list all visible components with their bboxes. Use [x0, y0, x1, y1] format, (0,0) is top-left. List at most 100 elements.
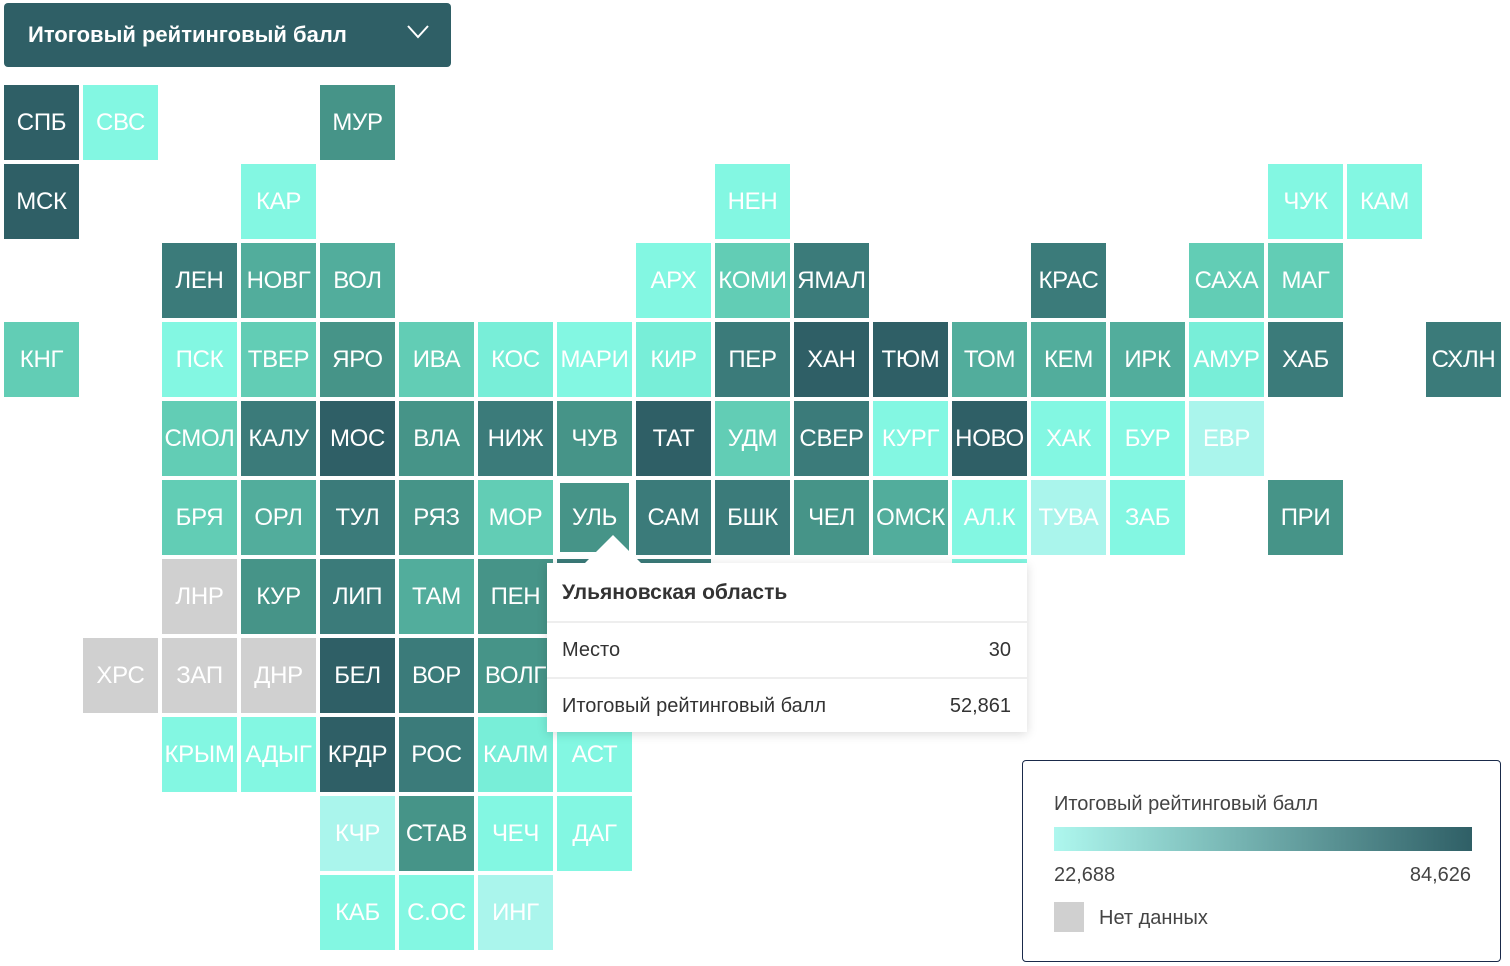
region-tile[interactable]: МСК: [4, 164, 79, 239]
region-tile[interactable]: ХАН: [794, 322, 869, 397]
region-tile[interactable]: МОС: [320, 401, 395, 476]
region-tile[interactable]: ИВА: [399, 322, 474, 397]
region-tile[interactable]: ЧЕЧ: [478, 796, 553, 871]
region-tile[interactable]: МУР: [320, 85, 395, 160]
region-tile[interactable]: КНГ: [4, 322, 79, 397]
region-tile[interactable]: АМУР: [1189, 322, 1264, 397]
region-tile[interactable]: СТАВ: [399, 796, 474, 871]
region-tile[interactable]: ПСК: [162, 322, 237, 397]
region-tile[interactable]: РЯЗ: [399, 480, 474, 555]
region-tile[interactable]: ЗАП: [162, 638, 237, 713]
region-tile[interactable]: ЛИП: [320, 559, 395, 634]
region-tile[interactable]: ТВЕР: [241, 322, 316, 397]
region-tile[interactable]: АДЫГ: [241, 717, 316, 792]
region-tile[interactable]: ХАБ: [1268, 322, 1343, 397]
region-tile[interactable]: ТУЛ: [320, 480, 395, 555]
region-tile[interactable]: ВОЛГ: [478, 638, 553, 713]
region-tile[interactable]: САХА: [1189, 243, 1264, 318]
metric-dropdown[interactable]: Итоговый рейтинговый балл: [4, 3, 451, 67]
region-tile[interactable]: ИРК: [1110, 322, 1185, 397]
region-tile[interactable]: ДАГ: [557, 796, 632, 871]
region-tile[interactable]: КИР: [636, 322, 711, 397]
region-tile[interactable]: ТУВА: [1031, 480, 1106, 555]
region-tile[interactable]: КРАС: [1031, 243, 1106, 318]
region-tile-label: ТОМ: [963, 345, 1016, 373]
region-tile[interactable]: МОР: [478, 480, 553, 555]
region-tile[interactable]: МАГ: [1268, 243, 1343, 318]
tooltip-row-rank: Место 30: [547, 623, 1027, 677]
region-tile[interactable]: КЕМ: [1031, 322, 1106, 397]
region-tile-label: ТЮМ: [881, 345, 940, 373]
region-tile[interactable]: ХРС: [83, 638, 158, 713]
region-tile[interactable]: КУРГ: [873, 401, 948, 476]
region-tile[interactable]: ЧУК: [1268, 164, 1343, 239]
region-tile-label: САМ: [647, 503, 700, 531]
region-tile[interactable]: ХАК: [1031, 401, 1106, 476]
region-tile[interactable]: ВОР: [399, 638, 474, 713]
region-tile[interactable]: С.ОС: [399, 875, 474, 950]
region-tile-label: ИВА: [412, 345, 461, 373]
region-tile[interactable]: ПРИ: [1268, 480, 1343, 555]
region-tile[interactable]: ДНР: [241, 638, 316, 713]
region-tile[interactable]: КАБ: [320, 875, 395, 950]
region-tile[interactable]: ПЕР: [715, 322, 790, 397]
region-tile[interactable]: БРЯ: [162, 480, 237, 555]
region-tile[interactable]: ТАМ: [399, 559, 474, 634]
region-tile[interactable]: ОМСК: [873, 480, 948, 555]
region-tile-label: АДЫГ: [245, 740, 312, 768]
region-tile[interactable]: БШК: [715, 480, 790, 555]
region-tile[interactable]: КУР: [241, 559, 316, 634]
region-tile-label: ЛИП: [332, 582, 383, 610]
region-tile-label: МУР: [332, 108, 383, 136]
region-tile[interactable]: ТОМ: [952, 322, 1027, 397]
region-tile[interactable]: ТЮМ: [873, 322, 948, 397]
region-tile[interactable]: КРЫМ: [162, 717, 237, 792]
region-tile[interactable]: ЗАБ: [1110, 480, 1185, 555]
region-tile[interactable]: УДМ: [715, 401, 790, 476]
region-tile[interactable]: ВЛА: [399, 401, 474, 476]
region-tile[interactable]: СВС: [83, 85, 158, 160]
region-tile[interactable]: РОС: [399, 717, 474, 792]
region-tile[interactable]: ОРЛ: [241, 480, 316, 555]
region-tile[interactable]: СВЕР: [794, 401, 869, 476]
region-tile-label: КЧР: [334, 819, 381, 847]
legend-min: 22,688: [1054, 864, 1116, 886]
region-tile[interactable]: НЕН: [715, 164, 790, 239]
region-tile[interactable]: СХЛН: [1426, 322, 1501, 397]
region-tile[interactable]: ЧЕЛ: [794, 480, 869, 555]
region-tile[interactable]: КЧР: [320, 796, 395, 871]
region-tile-label: ЧЕЧ: [491, 819, 540, 847]
region-tile[interactable]: ТАТ: [636, 401, 711, 476]
region-tile[interactable]: КАМ: [1347, 164, 1422, 239]
region-tile[interactable]: ЛЕН: [162, 243, 237, 318]
region-tile[interactable]: НОВГ: [241, 243, 316, 318]
region-tile[interactable]: НОВО: [952, 401, 1027, 476]
region-tile[interactable]: КАЛУ: [241, 401, 316, 476]
region-tile[interactable]: АЛ.К: [952, 480, 1027, 555]
region-tile[interactable]: ВОЛ: [320, 243, 395, 318]
region-tile[interactable]: ИНГ: [478, 875, 553, 950]
region-tile[interactable]: ЯМАЛ: [794, 243, 869, 318]
region-tile[interactable]: МАРИ: [557, 322, 632, 397]
region-tile[interactable]: БЕЛ: [320, 638, 395, 713]
region-tile[interactable]: НИЖ: [478, 401, 553, 476]
region-tile[interactable]: АРХ: [636, 243, 711, 318]
region-tile[interactable]: СМОЛ: [162, 401, 237, 476]
region-tile[interactable]: ЧУВ: [557, 401, 632, 476]
region-tile[interactable]: САМ: [636, 480, 711, 555]
region-tile-label: С.ОС: [407, 898, 466, 926]
region-tile[interactable]: СПБ: [4, 85, 79, 160]
region-tile[interactable]: БУР: [1110, 401, 1185, 476]
no-data-swatch: [1054, 902, 1084, 932]
region-tile[interactable]: ЕВР: [1189, 401, 1264, 476]
region-tile[interactable]: КРДР: [320, 717, 395, 792]
region-tile[interactable]: ЯРО: [320, 322, 395, 397]
region-tile[interactable]: КОМИ: [715, 243, 790, 318]
region-tile[interactable]: ЛНР: [162, 559, 237, 634]
region-tile[interactable]: ПЕН: [478, 559, 553, 634]
region-tile[interactable]: КАЛМ: [478, 717, 553, 792]
region-tile[interactable]: КОС: [478, 322, 553, 397]
region-tile[interactable]: КАР: [241, 164, 316, 239]
region-tile-label: АЛ.К: [963, 503, 1016, 531]
region-tile-label: КРДР: [327, 740, 388, 768]
